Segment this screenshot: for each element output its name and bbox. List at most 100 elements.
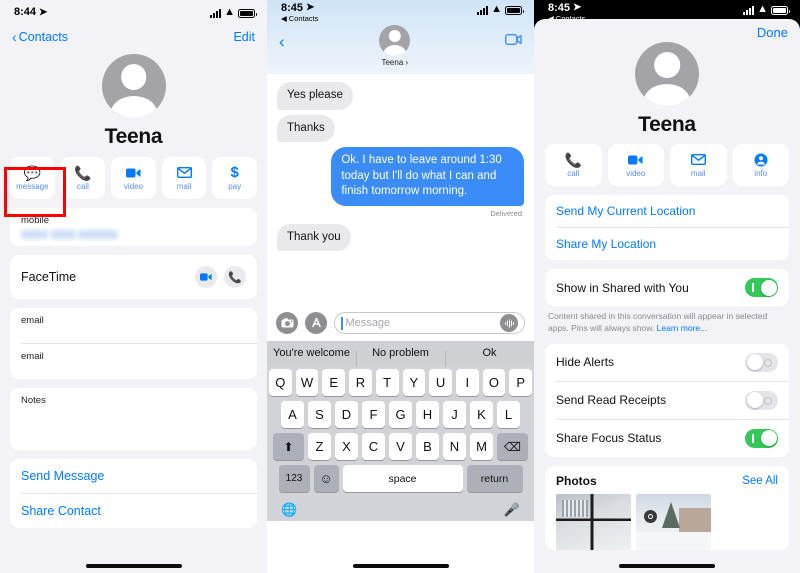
return-key[interactable]: return — [466, 465, 523, 492]
send-read-receipts-toggle[interactable] — [745, 390, 778, 410]
action-video[interactable]: video — [607, 144, 664, 186]
messages-conversation-screen: 8:45 ➤ ◀ Contacts ▲ ‹ Teena › Yes please… — [267, 0, 534, 573]
key-e[interactable]: E — [322, 369, 346, 396]
key-g[interactable]: G — [389, 401, 412, 428]
key-l[interactable]: L — [497, 401, 520, 428]
email-row[interactable]: email — [10, 344, 257, 379]
key-r[interactable]: R — [349, 369, 372, 396]
contact-header: Teena — [0, 54, 267, 149]
key-h[interactable]: H — [416, 401, 439, 428]
action-video[interactable]: video — [111, 157, 156, 199]
key-c[interactable]: C — [362, 433, 385, 460]
send-message-link[interactable]: Send Message — [10, 459, 257, 493]
key-m[interactable]: M — [470, 433, 493, 460]
signal-bars-icon — [743, 6, 755, 15]
facetime-button[interactable] — [504, 25, 522, 49]
message-input-field[interactable]: Message — [334, 312, 525, 334]
audio-waveform-icon[interactable] — [500, 314, 518, 332]
email-label: email — [21, 351, 44, 362]
action-mail[interactable]: mail — [670, 144, 727, 186]
see-all-photos-button[interactable]: See All — [742, 475, 778, 487]
contact-name-text: Teena — [381, 58, 404, 67]
action-pay[interactable]: $ pay — [212, 157, 257, 199]
snowy-patio-photo[interactable] — [556, 493, 631, 550]
keyboard-row-4: 123 ☺ space return — [269, 465, 532, 492]
prediction-option[interactable]: Ok — [445, 347, 534, 367]
key-u[interactable]: U — [429, 369, 452, 396]
key-f[interactable]: F — [362, 401, 385, 428]
prediction-option[interactable]: You're welcome — [267, 347, 356, 359]
learn-more-link[interactable]: Learn more... — [657, 323, 708, 333]
key-a[interactable]: A — [281, 401, 304, 428]
send-current-location-row[interactable]: Send My Current Location — [545, 195, 789, 227]
edit-button[interactable]: Edit — [233, 30, 255, 44]
key-w[interactable]: W — [295, 369, 319, 396]
key-q[interactable]: Q — [268, 369, 292, 396]
send-read-receipts-row[interactable]: Send Read Receipts — [545, 382, 789, 419]
facetime-audio-button[interactable]: 📞 — [224, 266, 246, 288]
snowy-yard-photo[interactable] — [636, 493, 711, 550]
key-k[interactable]: K — [470, 401, 493, 428]
message-thread[interactable]: Yes please Thanks Ok. I have to leave ar… — [267, 74, 534, 306]
return-to-app-label[interactable]: Contacts — [289, 14, 319, 23]
key-z[interactable]: Z — [308, 433, 331, 460]
globe-icon[interactable]: 🌐 — [281, 502, 297, 518]
message-bubble-outgoing: Ok. I have to leave around 1:30 today bu… — [331, 147, 524, 206]
microphone-icon[interactable]: 🎤 — [504, 502, 520, 518]
key-d[interactable]: D — [335, 401, 358, 428]
camera-icon[interactable] — [276, 312, 298, 334]
messages-back-button[interactable]: ‹ — [279, 25, 285, 50]
action-mail[interactable]: mail — [161, 157, 207, 199]
action-info[interactable]: info — [732, 144, 789, 186]
key-s[interactable]: S — [308, 401, 331, 428]
key-n[interactable]: N — [443, 433, 466, 460]
key-y[interactable]: Y — [402, 369, 426, 396]
keyboard-row-2: A S D F G H J K L — [269, 401, 532, 428]
action-call[interactable]: 📞 call — [60, 157, 106, 199]
key-v[interactable]: V — [389, 433, 412, 460]
key-x[interactable]: X — [335, 433, 358, 460]
numbers-key[interactable]: 123 — [278, 465, 310, 492]
action-label: mail — [176, 182, 192, 191]
action-call[interactable]: 📞 call — [545, 144, 602, 186]
key-b[interactable]: B — [416, 433, 439, 460]
envelope-icon — [690, 152, 706, 167]
share-contact-link[interactable]: Share Contact — [10, 494, 257, 528]
share-focus-status-row[interactable]: Share Focus Status — [545, 420, 789, 457]
envelope-icon — [176, 165, 192, 180]
row-label: Show in Shared with You — [556, 280, 689, 295]
app-store-icon[interactable] — [305, 312, 327, 334]
backspace-key[interactable]: ⌫ — [497, 433, 528, 460]
row-label: Send Read Receipts — [556, 393, 667, 408]
show-in-shared-with-you-row[interactable]: Show in Shared with You — [545, 269, 789, 306]
share-focus-status-toggle[interactable] — [745, 428, 778, 448]
message-bubble-incoming: Thank you — [277, 223, 351, 252]
key-i[interactable]: I — [455, 369, 479, 396]
shift-key[interactable]: ⬆ — [273, 433, 304, 460]
emoji-key[interactable]: ☺ — [313, 465, 339, 492]
key-t[interactable]: T — [375, 369, 399, 396]
show-in-shared-with-you-toggle[interactable] — [745, 278, 778, 297]
notes-card[interactable]: Notes — [10, 388, 257, 450]
home-indicator — [619, 564, 715, 568]
email-row[interactable]: email — [10, 308, 257, 343]
back-to-contacts-button[interactable]: ‹ Contacts — [12, 30, 68, 44]
photos-title: Photos — [556, 473, 597, 488]
share-my-location-row[interactable]: Share My Location — [545, 228, 789, 260]
facetime-video-button[interactable] — [195, 266, 217, 288]
status-time: 8:44 — [14, 6, 37, 18]
avatar[interactable] — [635, 42, 699, 106]
details-actions-row: 📞 call video mail info — [534, 144, 800, 186]
battery-icon — [505, 6, 524, 15]
prediction-option[interactable]: No problem — [356, 347, 445, 367]
key-j[interactable]: J — [443, 401, 466, 428]
key-o[interactable]: O — [482, 369, 506, 396]
done-button[interactable]: Done — [757, 25, 788, 40]
key-p[interactable]: P — [509, 369, 533, 396]
hide-alerts-row[interactable]: Hide Alerts — [545, 344, 789, 381]
signal-bars-icon — [477, 6, 489, 15]
avatar[interactable] — [101, 54, 166, 118]
conversation-contact-button[interactable]: Teena › — [379, 25, 411, 67]
space-key[interactable]: space — [342, 465, 463, 492]
hide-alerts-toggle[interactable] — [745, 352, 778, 372]
